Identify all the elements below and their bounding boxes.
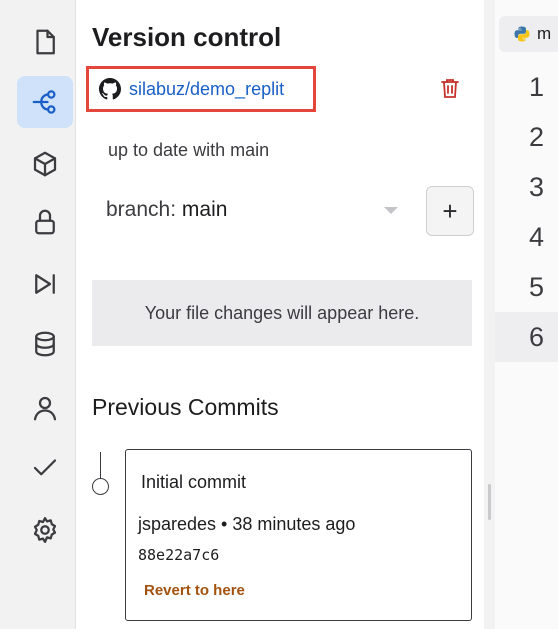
commit-card: Initial commit jsparedes • 38 minutes ag… xyxy=(125,449,472,621)
commit-author-time: jsparedes • 38 minutes ago xyxy=(138,514,356,534)
line-number-current: 6 xyxy=(495,312,558,362)
branch-row: branch: main + xyxy=(92,186,474,236)
resize-handle[interactable] xyxy=(488,484,491,520)
checkmark-icon xyxy=(33,459,57,476)
previous-commits-heading: Previous Commits xyxy=(92,394,279,420)
database-button[interactable] xyxy=(17,318,73,370)
files-button[interactable] xyxy=(17,16,73,68)
chevron-down-icon xyxy=(384,207,398,214)
repo-link-highlight[interactable]: silabuz/demo_replit xyxy=(86,66,316,112)
debugger-button[interactable] xyxy=(17,258,73,310)
branch-select-label: branch: main xyxy=(106,198,227,222)
panel-title: Version control xyxy=(92,22,282,52)
commit-timeline-dot xyxy=(92,478,109,495)
trash-icon xyxy=(441,79,459,98)
packages-button[interactable] xyxy=(17,138,73,190)
line-number: 4 xyxy=(529,221,545,252)
secrets-button[interactable] xyxy=(17,196,73,248)
branch-value: main xyxy=(181,198,228,221)
version-control-button[interactable] xyxy=(17,76,73,128)
commit-hash: 88e22a7c6 xyxy=(138,546,220,564)
line-number: 3 xyxy=(529,171,545,202)
database-icon xyxy=(35,331,55,357)
python-icon xyxy=(514,26,530,42)
secrets-lock-icon xyxy=(35,209,55,235)
line-number: 5 xyxy=(529,271,545,302)
editor-tab[interactable]: m xyxy=(499,16,558,52)
editor-tab-label: m xyxy=(537,24,552,43)
revert-to-here-button[interactable]: Revert to here xyxy=(144,582,245,599)
panel-divider xyxy=(484,0,495,629)
icon-rail xyxy=(0,0,76,629)
branch-prefix: branch: xyxy=(106,198,182,221)
line-number: 1 xyxy=(529,71,545,102)
debugger-icon xyxy=(35,274,55,294)
version-control-panel: Version control silabuz/demo_replit up t… xyxy=(76,0,484,629)
version-control-icon xyxy=(32,90,56,114)
line-number: 2 xyxy=(529,121,545,152)
sync-status: up to date with main xyxy=(108,140,270,160)
packages-icon xyxy=(33,151,57,177)
github-icon xyxy=(99,78,121,100)
checks-button[interactable] xyxy=(17,442,73,494)
add-branch-button[interactable]: + xyxy=(426,186,474,236)
commit-message: Initial commit xyxy=(141,472,247,492)
file-changes-placeholder: Your file changes will appear here. xyxy=(92,280,472,346)
repo-link[interactable]: silabuz/demo_replit xyxy=(129,79,284,100)
editor-pane: m 1 2 3 4 5 6 xyxy=(495,0,558,629)
settings-gear-icon xyxy=(33,517,57,543)
file-icon xyxy=(36,29,55,55)
delete-repo-button[interactable] xyxy=(438,76,462,100)
user-button[interactable] xyxy=(17,382,73,434)
settings-button[interactable] xyxy=(17,504,73,556)
user-icon xyxy=(33,396,57,421)
